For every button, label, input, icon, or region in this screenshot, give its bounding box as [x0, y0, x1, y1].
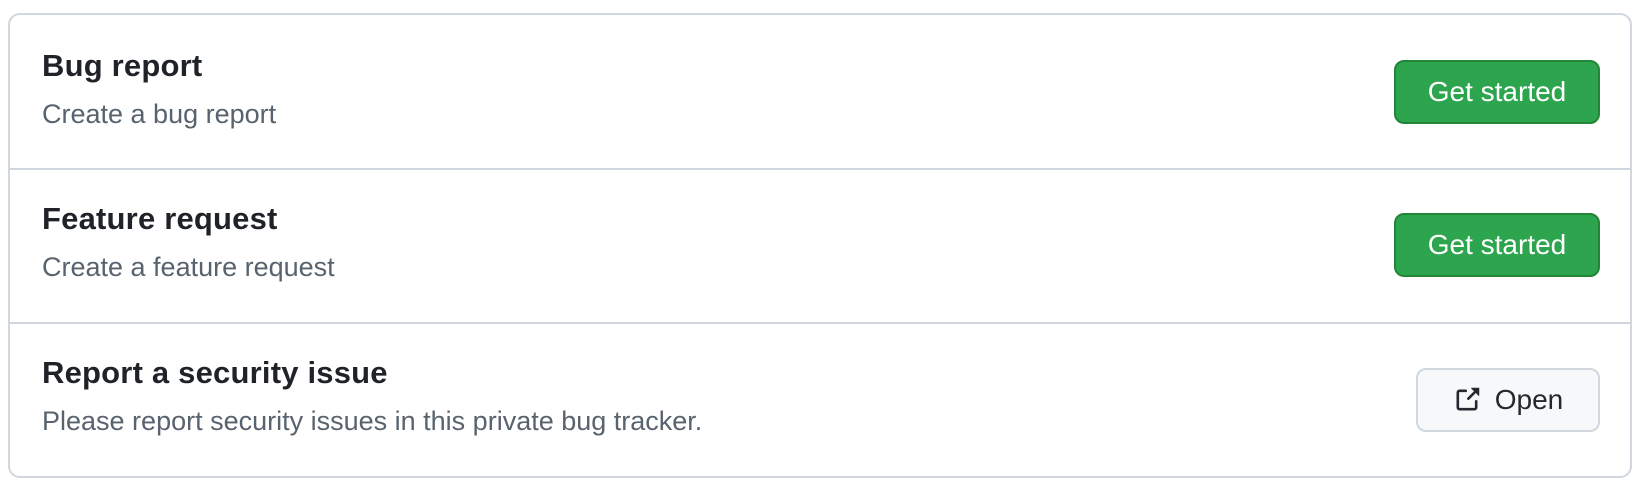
get-started-button[interactable]: Get started — [1394, 213, 1600, 277]
template-title: Feature request — [42, 201, 278, 236]
open-button[interactable]: Open — [1416, 368, 1600, 432]
get-started-button[interactable]: Get started — [1394, 60, 1600, 124]
template-row-feature-request: Feature request Create a feature request… — [10, 168, 1630, 321]
template-row-security-issue: Report a security issue Please report se… — [10, 322, 1630, 476]
template-description: Create a bug report — [42, 99, 277, 129]
get-started-label: Get started — [1427, 229, 1567, 260]
template-description: Create a feature request — [42, 252, 335, 282]
template-title: Report a security issue — [42, 355, 388, 390]
open-label: Open — [1494, 384, 1564, 415]
issue-template-list: Bug report Create a bug report Get start… — [8, 13, 1632, 478]
template-description: Please report security issues in this pr… — [42, 406, 703, 436]
template-row-bug-report: Bug report Create a bug report Get start… — [10, 15, 1630, 168]
link-external-icon — [1453, 386, 1481, 414]
get-started-label: Get started — [1427, 76, 1567, 107]
template-title: Bug report — [42, 48, 203, 83]
